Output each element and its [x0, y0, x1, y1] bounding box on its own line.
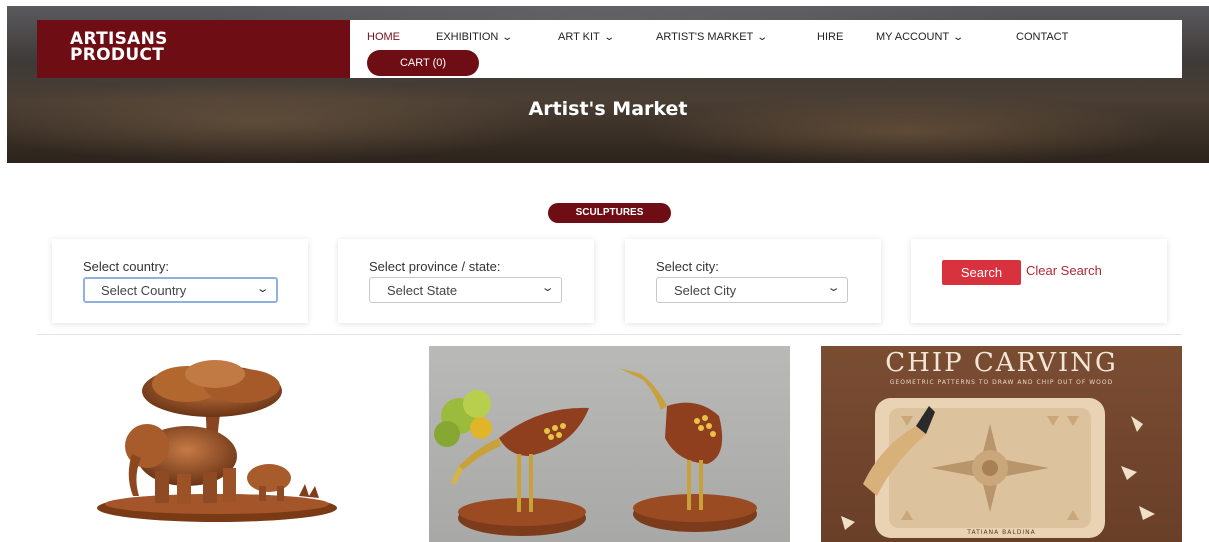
nav-item-label: HOME: [367, 31, 400, 43]
search-button[interactable]: Search: [942, 260, 1021, 285]
state-select-value: Select State: [387, 283, 458, 298]
nav-item-label: CONTACT: [1016, 31, 1069, 43]
wooden-birds-sculpture-image: [434, 368, 757, 536]
nav-item-contact[interactable]: CONTACT: [1016, 31, 1068, 43]
chevron-down-icon: ⌄: [952, 32, 965, 43]
nav-item-label: MY ACCOUNT: [876, 31, 950, 43]
elephant-tree-sculpture-image: [97, 360, 337, 522]
chevron-down-icon: ⌄: [756, 32, 769, 43]
nav-item-label: ART KIT: [558, 31, 600, 43]
country-select[interactable]: Select Country ⌄: [83, 277, 278, 303]
book-title: CHIP CARVING: [885, 348, 1118, 378]
nav-item-label: EXHIBITION: [436, 31, 499, 43]
chevron-down-icon: ⌄: [603, 32, 615, 43]
nav-item-label: ARTIST'S MARKET: [656, 31, 754, 43]
city-select[interactable]: Select City ⌄: [656, 277, 848, 303]
product-image-wooden-birds[interactable]: [429, 346, 790, 542]
book-subtitle: GEOMETRIC PATTERNS TO DRAW AND CHIP OUT …: [889, 379, 1114, 386]
chevron-down-icon: ⌄: [255, 283, 270, 295]
cart-button[interactable]: CART (0): [367, 50, 479, 76]
city-filter-card: Select city: Select City ⌄: [625, 239, 881, 323]
search-actions-card: Search Clear Search: [911, 239, 1167, 323]
nav-item-artists-market[interactable]: ARTIST'S MARKET ⌄: [656, 31, 769, 43]
nav-item-hire[interactable]: HIRE: [817, 31, 843, 43]
logo-line-2: PRODUCT: [70, 45, 165, 65]
country-select-value: Select Country: [101, 283, 187, 298]
city-select-value: Select City: [674, 283, 737, 298]
country-filter-card: Select country: Select Country ⌄: [52, 239, 308, 323]
state-select[interactable]: Select State ⌄: [369, 277, 562, 303]
state-filter-card: Select province / state: Select State ⌄: [338, 239, 594, 323]
divider: [37, 334, 1182, 335]
state-label: Select province / state:: [369, 259, 501, 274]
nav-item-exhibition[interactable]: EXHIBITION ⌄: [436, 31, 514, 43]
clear-search-link[interactable]: Clear Search: [1026, 263, 1102, 278]
book-author: TATIANA BALDINA: [967, 529, 1036, 536]
country-label: Select country:: [83, 259, 169, 274]
chevron-down-icon: ⌄: [501, 32, 514, 43]
city-label: Select city:: [656, 259, 719, 274]
page-title: Artist's Market: [528, 98, 688, 120]
category-badge[interactable]: SCULPTURES: [548, 203, 671, 223]
nav-item-label: HIRE: [817, 31, 844, 43]
product-image-elephant-sculpture[interactable]: [37, 346, 398, 542]
nav-item-art-kit[interactable]: ART KIT ⌄: [558, 31, 615, 43]
chevron-down-icon: ⌄: [540, 282, 555, 294]
product-image-chip-carving-book[interactable]: CHIP CARVING GEOMETRIC PATTERNS TO DRAW …: [821, 346, 1182, 542]
main-nav: HOME EXHIBITION ⌄ ART KIT ⌄ ARTIST'S MARKE…: [350, 20, 1182, 78]
site-logo[interactable]: ARTISANS PRODUCT: [37, 20, 350, 78]
nav-item-my-account[interactable]: MY ACCOUNT ⌄: [876, 31, 965, 43]
nav-item-home[interactable]: HOME: [367, 31, 400, 43]
chevron-down-icon: ⌄: [826, 282, 841, 294]
